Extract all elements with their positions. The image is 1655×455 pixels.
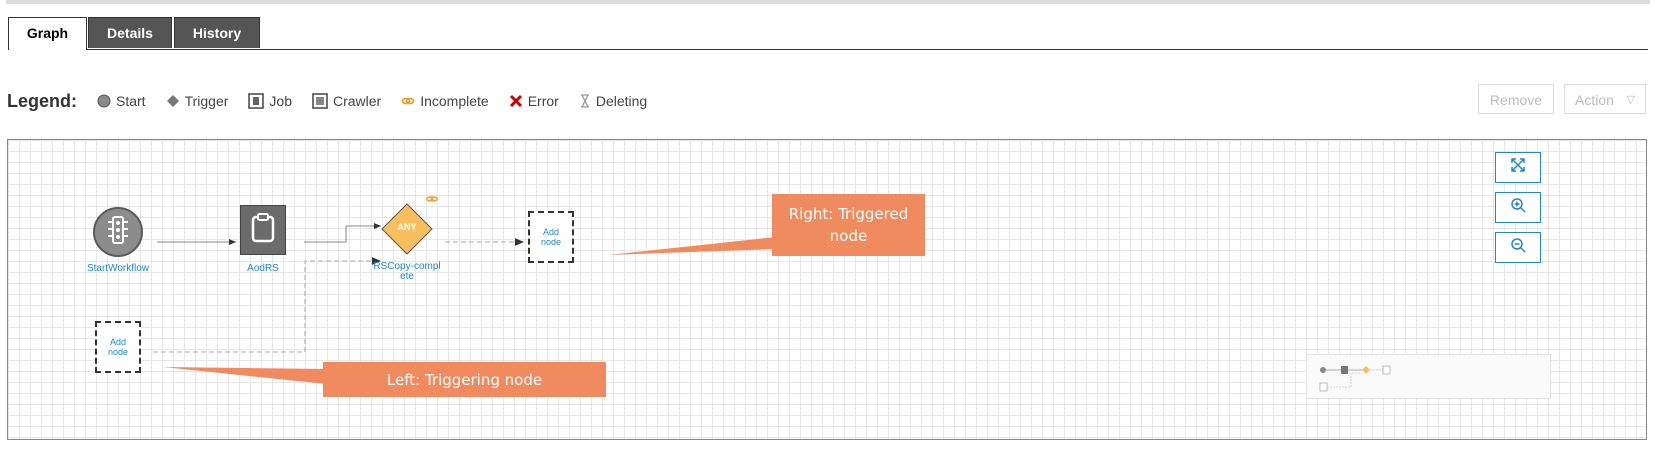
remove-button[interactable]: Remove — [1478, 84, 1554, 114]
action-label: Action — [1575, 92, 1614, 108]
crawler-icon — [312, 93, 328, 109]
add-node-left[interactable]: Add node — [95, 321, 141, 373]
action-dropdown[interactable]: Action ▽ — [1564, 84, 1646, 114]
legend-label: Start — [116, 93, 146, 109]
legend-label: Job — [269, 93, 292, 109]
edge-addnode-to-trigger — [153, 257, 381, 353]
callout-right-line1: Right: Triggered — [788, 205, 909, 223]
legend-item-trigger: Trigger — [166, 93, 229, 109]
trigger-node-label-line2: ete — [400, 271, 414, 282]
zoom-out-icon — [1510, 237, 1526, 258]
add-node-label-line2: node — [107, 347, 129, 357]
chevron-down-icon: ▽ — [1626, 94, 1635, 106]
expand-icon — [1510, 157, 1526, 178]
legend-label: Incomplete — [420, 93, 489, 109]
callout-triggering-node: Left: Triggering node — [323, 362, 606, 397]
legend-item-incomplete: Incomplete — [401, 93, 489, 109]
job-icon — [248, 93, 265, 109]
add-node-label-line1: Add — [109, 337, 126, 347]
start-node-label: StartWorkflow — [86, 263, 150, 274]
legend-item-start: Start — [97, 93, 146, 109]
add-node-label-line2: node — [540, 237, 562, 247]
job-node[interactable] — [240, 205, 286, 255]
hourglass-icon — [579, 94, 591, 108]
zoom-in-button[interactable] — [1495, 192, 1541, 223]
tab-graph[interactable]: Graph — [8, 17, 87, 50]
tab-bar: Graph Details History — [8, 17, 1648, 50]
job-node-label: AodRS — [247, 263, 279, 274]
workflow-graph-canvas[interactable]: StartWorkflow AodRS ANY RSCopy-compl ete… — [7, 139, 1647, 440]
clipboard-icon — [251, 212, 275, 248]
trigger-node-label: RSCopy-compl ete — [366, 262, 448, 282]
legend-item-crawler: Crawler — [312, 93, 381, 109]
traffic-light-icon — [107, 215, 129, 249]
incomplete-link-icon — [426, 192, 438, 210]
legend: Legend: Start Trigger Job Crawler Incomp… — [7, 86, 667, 116]
fit-to-screen-button[interactable] — [1495, 152, 1541, 183]
incomplete-link-icon — [401, 94, 415, 108]
callout-right-line2: node — [829, 227, 868, 245]
add-node-right[interactable]: Add node — [528, 211, 574, 263]
callout-left-pointer — [163, 367, 326, 384]
trigger-diamond-icon — [166, 94, 180, 108]
graph-minimap[interactable] — [1306, 354, 1551, 399]
top-divider — [6, 0, 1650, 4]
tab-history[interactable]: History — [174, 17, 260, 48]
add-node-label-line1: Add — [542, 227, 559, 237]
zoom-out-button[interactable] — [1495, 232, 1541, 263]
callout-triggered-node: Right: Triggered node — [772, 194, 925, 256]
legend-label: Trigger — [184, 93, 229, 109]
tab-details[interactable]: Details — [88, 17, 172, 48]
legend-label: Crawler — [332, 93, 382, 109]
zoom-in-icon — [1510, 197, 1526, 218]
legend-item-error: Error — [509, 93, 559, 109]
minimap-preview — [1319, 365, 1391, 392]
trigger-node-text: ANY — [397, 222, 417, 232]
legend-label: Deleting — [595, 93, 648, 109]
legend-item-deleting: Deleting — [579, 93, 647, 109]
trigger-node[interactable]: ANY — [381, 203, 433, 255]
callout-right-pointer — [608, 237, 776, 255]
start-node[interactable] — [93, 207, 143, 257]
legend-label: Error — [527, 93, 559, 109]
start-circle-icon — [97, 94, 111, 108]
edge-job-to-trigger — [304, 223, 381, 243]
error-x-icon — [509, 94, 523, 108]
legend-title: Legend: — [7, 90, 77, 111]
legend-item-job: Job — [248, 93, 292, 109]
